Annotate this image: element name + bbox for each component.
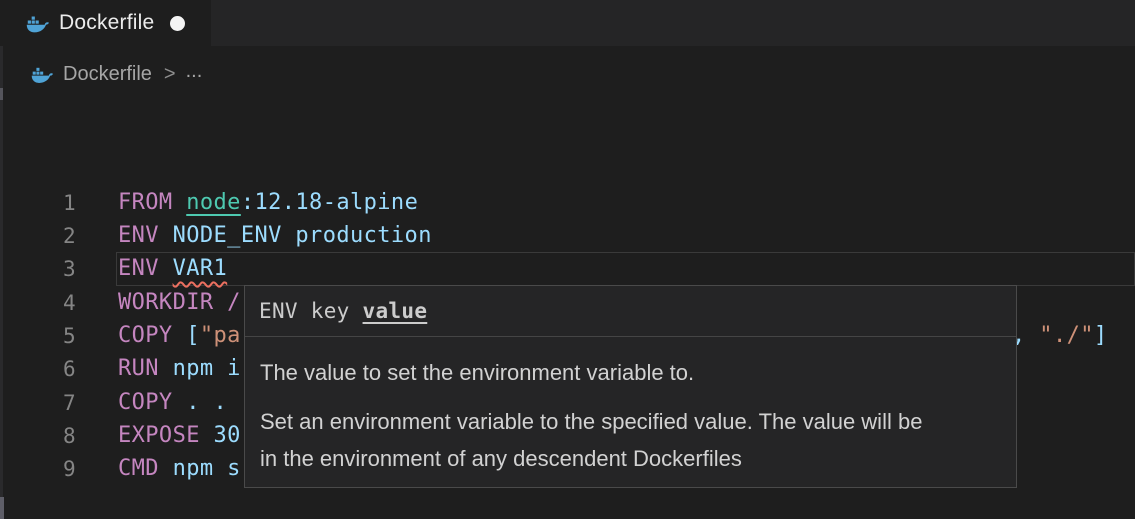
- line-number[interactable]: 2: [0, 219, 76, 253]
- breadcrumb: Dockerfile > ...: [31, 58, 202, 90]
- code-token: 30: [214, 423, 241, 448]
- code-token: . .: [186, 390, 227, 415]
- code-text: COPY ["pa: [118, 319, 241, 353]
- code-text: EXPOSE 30: [118, 419, 241, 453]
- docker-icon: [26, 13, 49, 34]
- line-number[interactable]: 7: [0, 386, 76, 420]
- tab-label: Dockerfile: [59, 11, 154, 35]
- chevron-right-icon: >: [164, 63, 176, 86]
- code-text: COPY . .: [118, 386, 227, 420]
- scrollbar-fragment[interactable]: [0, 497, 4, 519]
- code-token: VAR1: [173, 256, 228, 281]
- line-number[interactable]: 5: [0, 319, 76, 353]
- window-left-edge-notch: [0, 88, 3, 100]
- code-text: RUN npm i: [118, 352, 241, 386]
- code-token: RUN: [118, 356, 173, 381]
- code-token: COPY: [118, 323, 186, 348]
- code-text: FROM node:12.18-alpine: [118, 186, 418, 220]
- code-token: ]: [1094, 323, 1108, 348]
- code-token: node: [186, 190, 241, 215]
- code-token: COPY: [118, 390, 186, 415]
- line-number[interactable]: 1: [0, 186, 76, 220]
- signature-text: ENV key: [259, 299, 363, 323]
- code-token: "pa: [200, 323, 241, 348]
- breadcrumb-file[interactable]: Dockerfile: [63, 63, 152, 86]
- code-token: FROM: [118, 190, 186, 215]
- code-token: ENV: [118, 256, 173, 281]
- docker-icon: [31, 65, 53, 84]
- editor[interactable]: 1 FROM node:12.18-alpine 2 ENV NODE_ENV pro…: [0, 90, 1135, 519]
- code-line-3[interactable]: 3 ENV VAR1: [0, 252, 1135, 286]
- hover-tooltip: ENV key value The value to set the envir…: [244, 285, 1017, 488]
- line-number[interactable]: 4: [0, 286, 76, 320]
- code-text: WORKDIR /: [118, 286, 241, 320]
- code-token: ENV: [118, 223, 173, 248]
- code-line-1[interactable]: 1 FROM node:12.18-alpine: [0, 186, 1135, 220]
- code-text: ENV NODE_ENV production: [118, 219, 432, 253]
- tab-bar: Dockerfile: [0, 0, 1135, 46]
- hover-description-long: Set an environment variable to the speci…: [260, 403, 932, 477]
- code-token: "./": [1039, 323, 1094, 348]
- breadcrumb-symbol-picker[interactable]: ...: [186, 60, 203, 83]
- line-number[interactable]: 8: [0, 419, 76, 453]
- code-text: ENV VAR1: [118, 252, 227, 286]
- code-token: WORKDIR /: [118, 290, 241, 315]
- signature-active-param: value: [363, 299, 428, 323]
- line-number[interactable]: 3: [0, 252, 76, 286]
- code-token: :12.18-alpine: [241, 190, 418, 215]
- line-number[interactable]: 9: [0, 452, 76, 486]
- code-line-2[interactable]: 2 ENV NODE_ENV production: [0, 219, 1135, 253]
- code-token: [: [186, 323, 200, 348]
- hover-description-short: The value to set the environment variabl…: [260, 354, 932, 391]
- code-token: npm i: [173, 356, 241, 381]
- hover-body: The value to set the environment variabl…: [245, 337, 1016, 477]
- window-left-edge: [0, 46, 3, 519]
- code-token: EXPOSE: [118, 423, 214, 448]
- code-text-after-tooltip: , "./"]: [1012, 319, 1108, 353]
- unsaved-changes-dot[interactable]: [170, 16, 185, 31]
- code-token: NODE_ENV production: [173, 223, 432, 248]
- hover-signature: ENV key value: [245, 286, 1016, 337]
- code-text: CMD npm s: [118, 452, 241, 486]
- line-number[interactable]: 6: [0, 352, 76, 386]
- tab-dockerfile[interactable]: Dockerfile: [0, 0, 211, 46]
- code-token: CMD: [118, 456, 173, 481]
- code-token: npm s: [173, 456, 241, 481]
